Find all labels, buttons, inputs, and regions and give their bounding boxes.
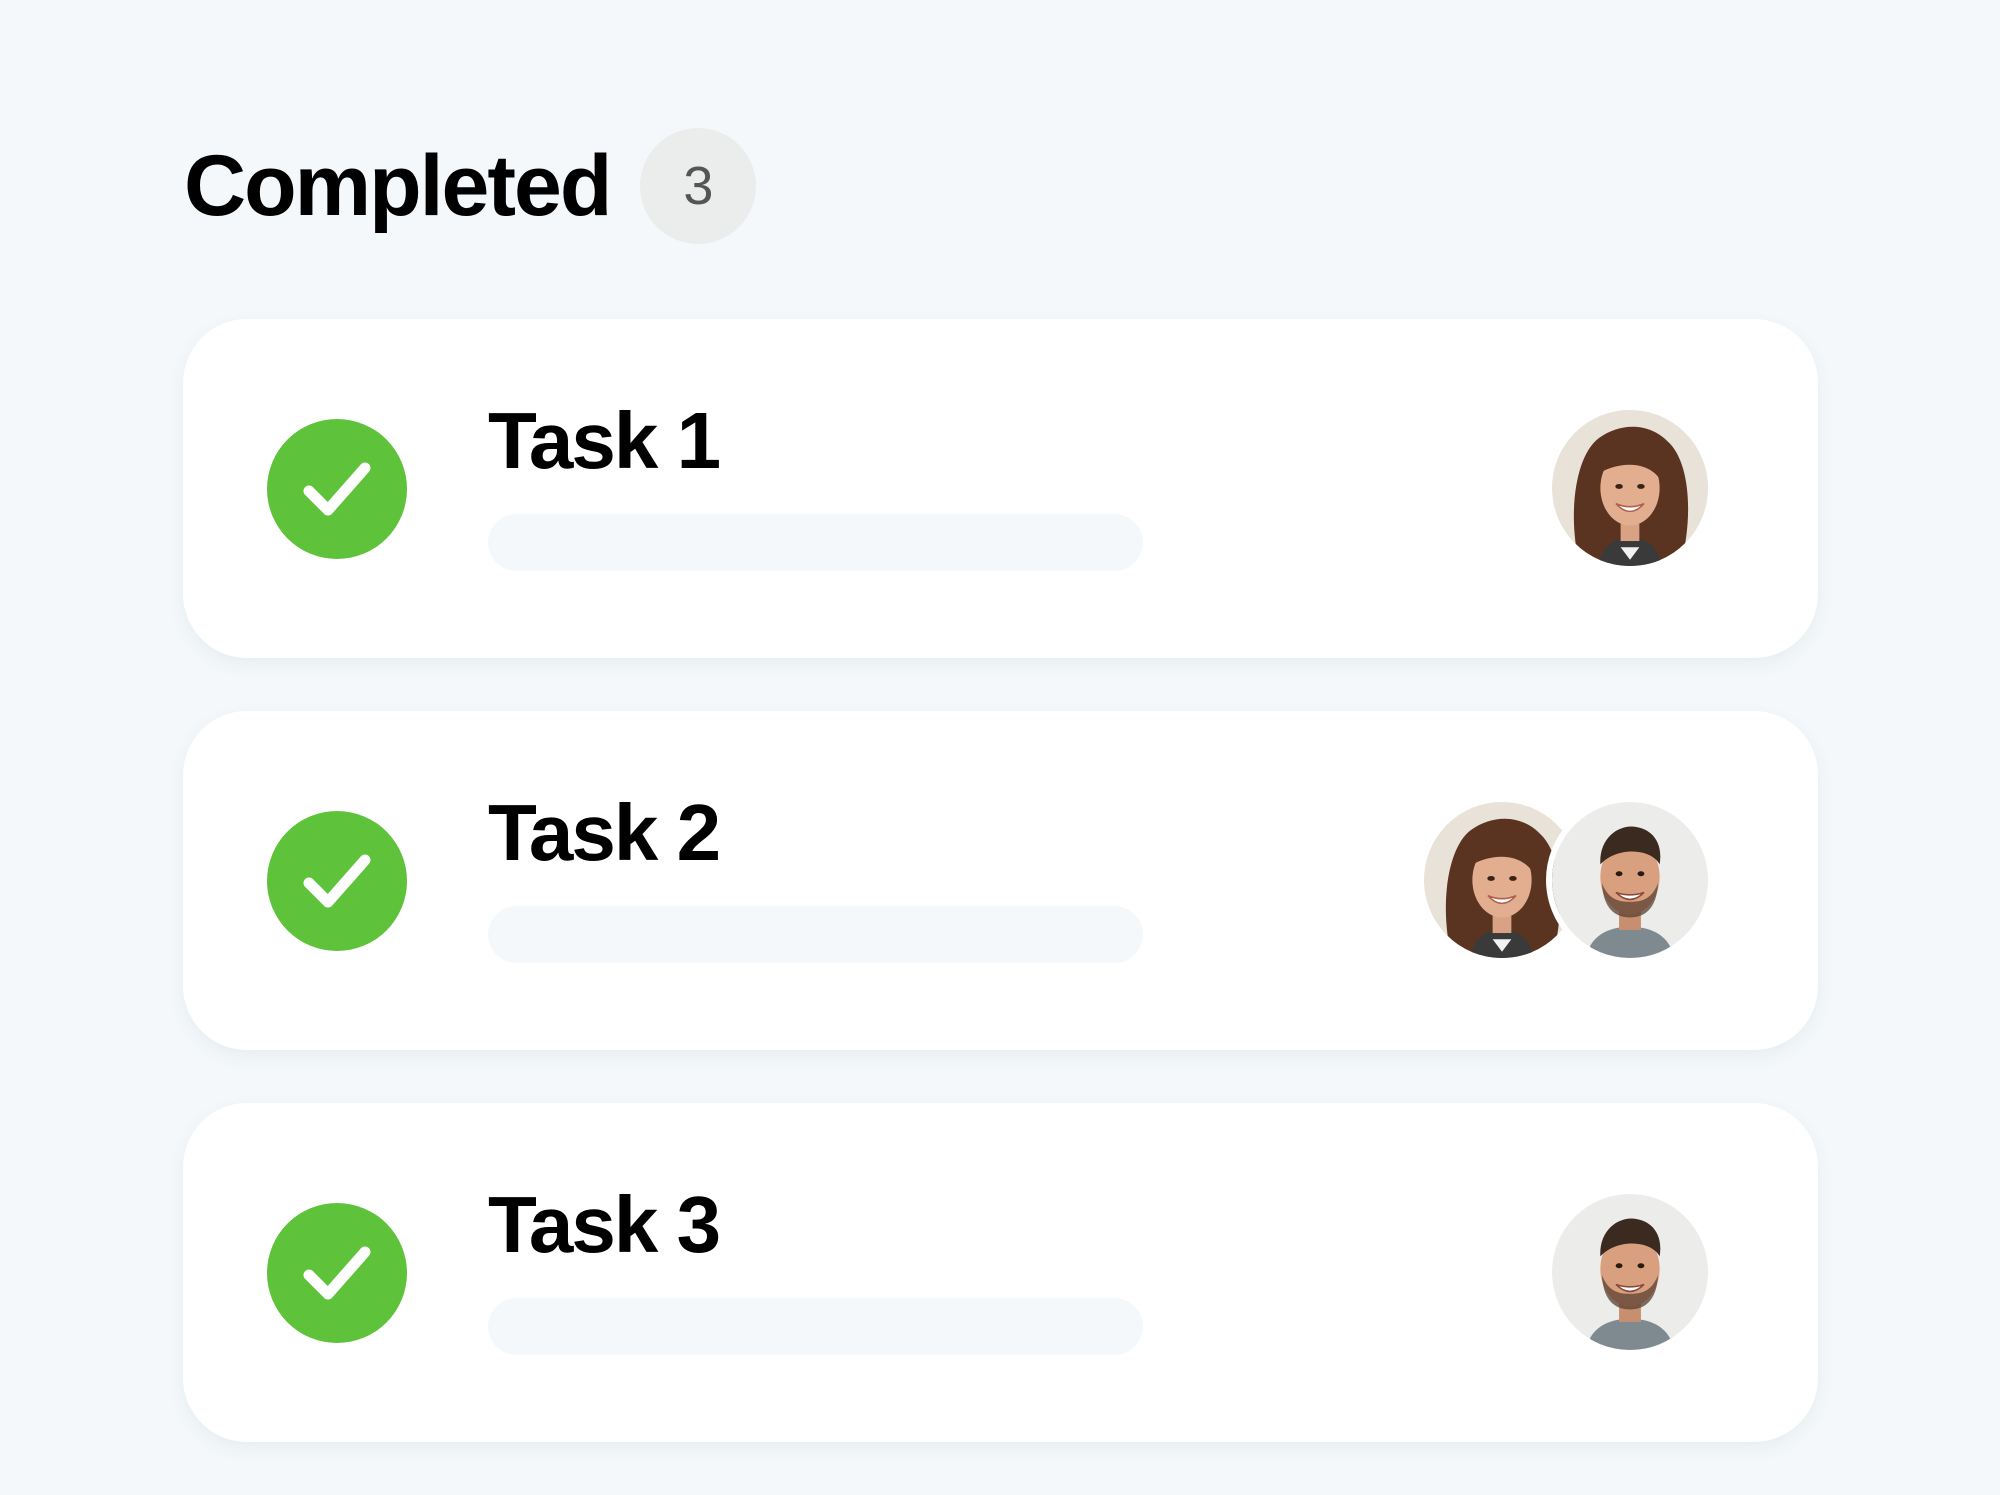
completed-tasks-page: Completed 3 Task 1 Task 2 Task 3	[0, 0, 2000, 1442]
task-title: Task 2	[488, 788, 721, 877]
man-beard-avatar[interactable]	[1546, 796, 1714, 964]
task-card[interactable]: Task 2	[183, 711, 1818, 1050]
assignee-avatars	[1546, 404, 1714, 572]
section-title: Completed	[184, 138, 612, 234]
task-description-placeholder	[488, 514, 1143, 571]
task-card[interactable]: Task 3	[183, 1103, 1818, 1442]
task-list: Task 1 Task 2 Task 3	[183, 319, 1818, 1495]
task-title: Task 3	[488, 1180, 721, 1269]
woman-curly-hair-avatar[interactable]	[1546, 404, 1714, 572]
section-header: Completed 3	[184, 128, 757, 244]
check-circle-icon[interactable]	[267, 811, 407, 951]
check-circle-icon[interactable]	[267, 1203, 407, 1343]
check-circle-icon[interactable]	[267, 419, 407, 559]
man-beard-avatar[interactable]	[1546, 1188, 1714, 1356]
task-count-badge: 3	[640, 128, 757, 244]
task-description-placeholder	[488, 906, 1143, 963]
task-card[interactable]: Task 1	[183, 319, 1818, 658]
assignee-avatars	[1546, 1188, 1714, 1356]
task-description-placeholder	[488, 1298, 1143, 1355]
assignee-avatars	[1418, 796, 1714, 964]
task-title: Task 1	[488, 396, 721, 485]
